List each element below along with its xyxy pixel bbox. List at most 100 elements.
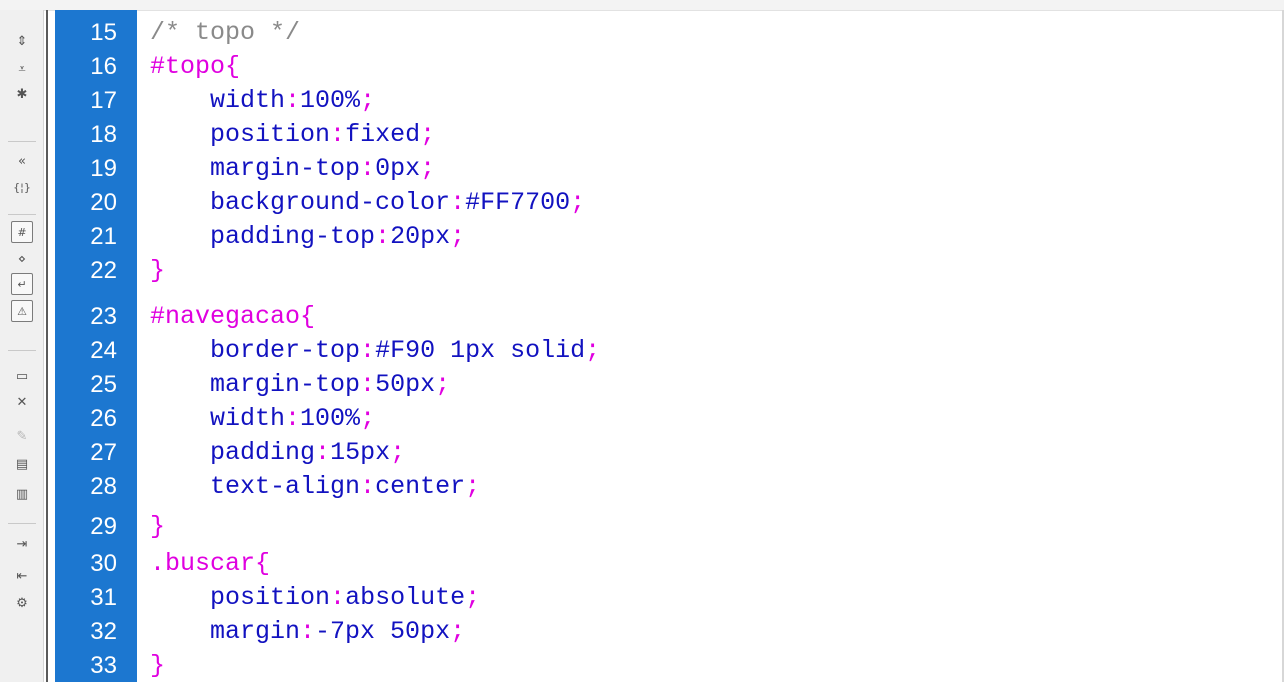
apply-comment-icon[interactable]: ▭ [11, 365, 33, 387]
semicolon-token: ; [420, 120, 436, 149]
property-token: text-align [210, 472, 361, 501]
value-token: 50px [375, 370, 436, 399]
line-number: 29 [90, 513, 117, 540]
colon-token: : [285, 86, 301, 115]
toolbar-separator [8, 350, 36, 351]
syntax-error-alerts-icon[interactable]: ⚠ [11, 300, 33, 322]
property-token: width [210, 404, 286, 433]
property-token: background-color [210, 188, 451, 217]
line-numbers-icon[interactable]: # [11, 221, 33, 243]
code-line[interactable]: position:absolute; [150, 580, 480, 615]
semicolon-token: ; [450, 222, 466, 251]
line-number: 24 [90, 337, 117, 364]
code-line[interactable]: /* topo */ [150, 15, 300, 50]
code-line[interactable]: #topo{ [150, 49, 240, 84]
gutter-divider [46, 10, 48, 682]
code-line[interactable]: margin-top:50px; [150, 367, 450, 402]
move-css-icon[interactable]: ▥ [11, 483, 33, 505]
semicolon-token: ; [420, 154, 436, 183]
select-parent-tag-icon[interactable]: « [11, 150, 33, 172]
value-token: -7px 50px [315, 617, 451, 646]
collapse-full-tag-icon[interactable]: ⇕ [11, 30, 33, 52]
colon-token: : [360, 336, 376, 365]
format-source-code-icon[interactable]: ⚙ [11, 592, 33, 614]
code-line[interactable]: width:100%; [150, 401, 375, 436]
colon-token: : [330, 583, 346, 612]
code-line[interactable]: .buscar{ [150, 546, 270, 581]
code-line[interactable]: margin:-7px 50px; [150, 614, 465, 649]
semicolon-token: ; [585, 336, 601, 365]
code-line[interactable]: width:100%; [150, 83, 375, 118]
line-number: 26 [90, 405, 117, 432]
semicolon-token: ; [465, 583, 481, 612]
code-line[interactable]: text-align:center; [150, 469, 480, 504]
semicolon-token: ; [465, 472, 481, 501]
property-token: padding [210, 438, 316, 467]
code-line[interactable]: background-color:#FF7700; [150, 185, 585, 220]
word-wrap-icon[interactable]: ↵ [11, 273, 33, 295]
semicolon-token: ; [570, 188, 586, 217]
brace-token: } [150, 256, 166, 285]
semicolon-token: ; [360, 404, 376, 433]
selector-token: #topo [150, 52, 226, 81]
value-token: 15px [330, 438, 391, 467]
balance-braces-icon[interactable]: {¦} [11, 176, 33, 198]
line-number: 32 [90, 618, 117, 645]
code-line[interactable]: } [150, 648, 165, 682]
colon-token: : [360, 370, 376, 399]
colon-token: : [330, 120, 346, 149]
code-line[interactable]: margin-top:0px; [150, 151, 435, 186]
colon-token: : [375, 222, 391, 251]
selector-token: #navegacao [150, 302, 301, 331]
code-line[interactable]: border-top:#F90 1px solid; [150, 333, 600, 368]
code-line[interactable]: #navegacao{ [150, 299, 315, 334]
value-token: fixed [345, 120, 421, 149]
line-number: 22 [90, 257, 117, 284]
line-number: 25 [90, 371, 117, 398]
code-line[interactable]: position:fixed; [150, 117, 435, 152]
property-token: margin-top [210, 154, 361, 183]
colon-token: : [360, 472, 376, 501]
line-number: 16 [90, 53, 117, 80]
line-number: 23 [90, 303, 117, 330]
brace-token: { [225, 52, 241, 81]
recent-snippets-icon[interactable]: ▤ [11, 453, 33, 475]
indent-code-icon[interactable]: ⇥ [11, 533, 33, 555]
expand-all-icon[interactable]: ✱ [11, 83, 33, 105]
highlight-invalid-code-icon[interactable]: ⋄ [11, 248, 33, 270]
outdent-code-icon[interactable]: ⇤ [11, 565, 33, 587]
code-line[interactable]: } [150, 253, 165, 288]
line-number: 18 [90, 121, 117, 148]
property-token: margin [210, 617, 301, 646]
property-token: width [210, 86, 286, 115]
value-token: 100% [300, 404, 361, 433]
line-number: 21 [90, 223, 117, 250]
brace-token: { [300, 302, 316, 331]
semicolon-token: ; [450, 617, 466, 646]
colon-token: : [300, 617, 316, 646]
coding-toolbar: ⇕ ⩡ ✱ « {¦} # ⋄ ↵ ⚠ ▭ ✕ ✎ ▤ ▥ ⇥ ⇤ ⚙ [0, 10, 44, 682]
property-token: border-top [210, 336, 361, 365]
collapse-selection-icon[interactable]: ⩡ [11, 58, 33, 80]
brace-token: { [255, 549, 271, 578]
value-token: 20px [390, 222, 451, 251]
remove-comment-icon[interactable]: ✕ [11, 391, 33, 413]
code-line[interactable]: padding-top:20px; [150, 219, 465, 254]
editor-top-edge [0, 0, 1284, 11]
value-token: 100% [300, 86, 361, 115]
code-editor-window: ⇕ ⩡ ✱ « {¦} # ⋄ ↵ ⚠ ▭ ✕ ✎ ▤ ▥ ⇥ ⇤ ⚙ 15 /… [0, 0, 1284, 682]
property-token: padding-top [210, 222, 376, 251]
toolbar-separator [8, 141, 36, 142]
code-line[interactable]: padding:15px; [150, 435, 405, 470]
line-number: 30 [90, 550, 117, 577]
code-line[interactable]: } [150, 509, 165, 544]
